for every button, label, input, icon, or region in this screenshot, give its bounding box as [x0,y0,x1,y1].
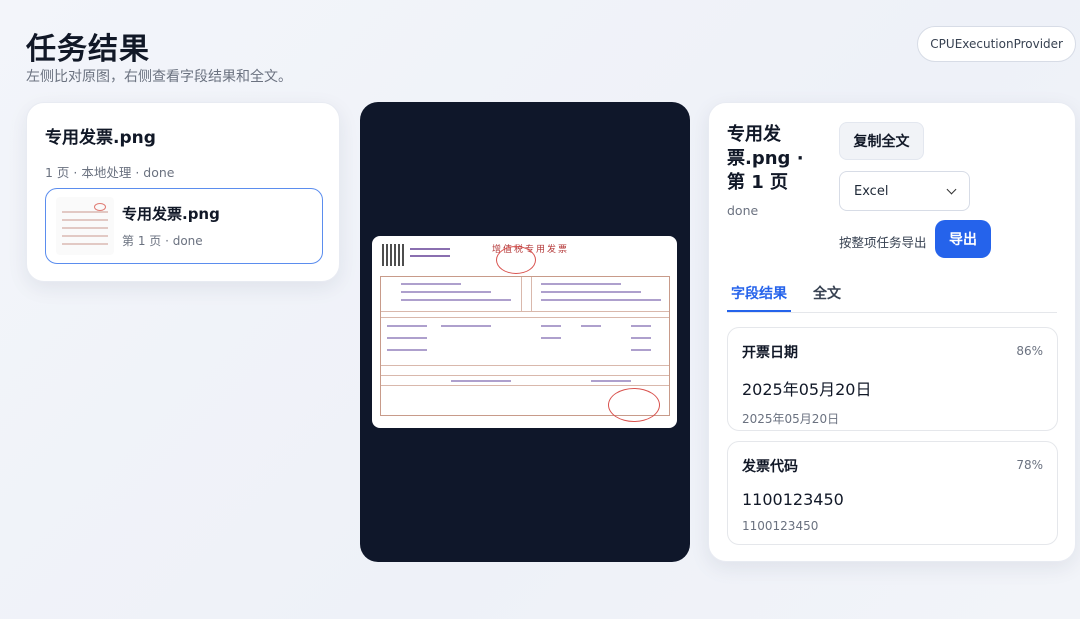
page-title: 任务结果 [26,32,150,67]
file-list-item[interactable]: 专用发票.png 第 1 页 · done [45,188,323,264]
file-item-status: 第 1 页 · done [122,234,203,248]
results-panel: 专用发票.png · 第 1 页 done 复制全文 Excel 按整项任务导出… [708,102,1076,562]
export-button[interactable]: 导出 [935,220,991,258]
task-file-meta: 1 页 · 本地处理 · done [45,165,175,180]
export-format-value: Excel [854,183,889,199]
field-confidence: 86% [1016,344,1043,358]
field-label: 开票日期 [742,345,798,361]
field-label: 发票代码 [742,459,798,475]
result-tabs: 字段结果 全文 [727,275,1057,313]
page-subtitle: 左侧比对原图，右侧查看字段结果和全文。 [26,69,292,85]
field-value: 1100123450 [742,490,844,509]
file-item-name: 专用发票.png [122,205,220,223]
tab-fields[interactable]: 字段结果 [727,275,791,312]
export-hint: 按整项任务导出 [839,235,927,250]
file-thumbnail [56,197,114,255]
seller-stamp-icon [608,388,660,422]
field-card[interactable]: 开票日期 86% 2025年05月20日 2025年05月20日 [727,327,1058,431]
invoice-image: 增值税专用发票 [372,236,677,428]
invoice-stamp-icon [496,246,536,274]
provider-badge: CPUExecutionProvider [917,26,1076,62]
result-title: 专用发票.png · 第 1 页 [727,124,804,193]
task-file-title: 专用发票.png [45,128,156,148]
chevron-down-icon [946,184,957,195]
file-list-panel: 专用发票.png 1 页 · 本地处理 · done 专用发票.png 第 1 … [26,102,340,282]
field-confidence: 78% [1016,458,1043,472]
qr-code-icon [382,244,404,266]
export-format-select[interactable]: Excel [839,171,970,211]
field-card[interactable]: 发票代码 78% 1100123450 1100123450 [727,441,1058,545]
field-raw-text: 1100123450 [742,519,819,533]
field-raw-text: 2025年05月20日 [742,412,840,426]
image-preview: 增值税专用发票 [360,102,690,562]
field-value: 2025年05月20日 [742,380,872,399]
copy-all-button[interactable]: 复制全文 [839,122,924,160]
tab-fulltext[interactable]: 全文 [809,275,845,312]
result-status: done [727,203,759,218]
